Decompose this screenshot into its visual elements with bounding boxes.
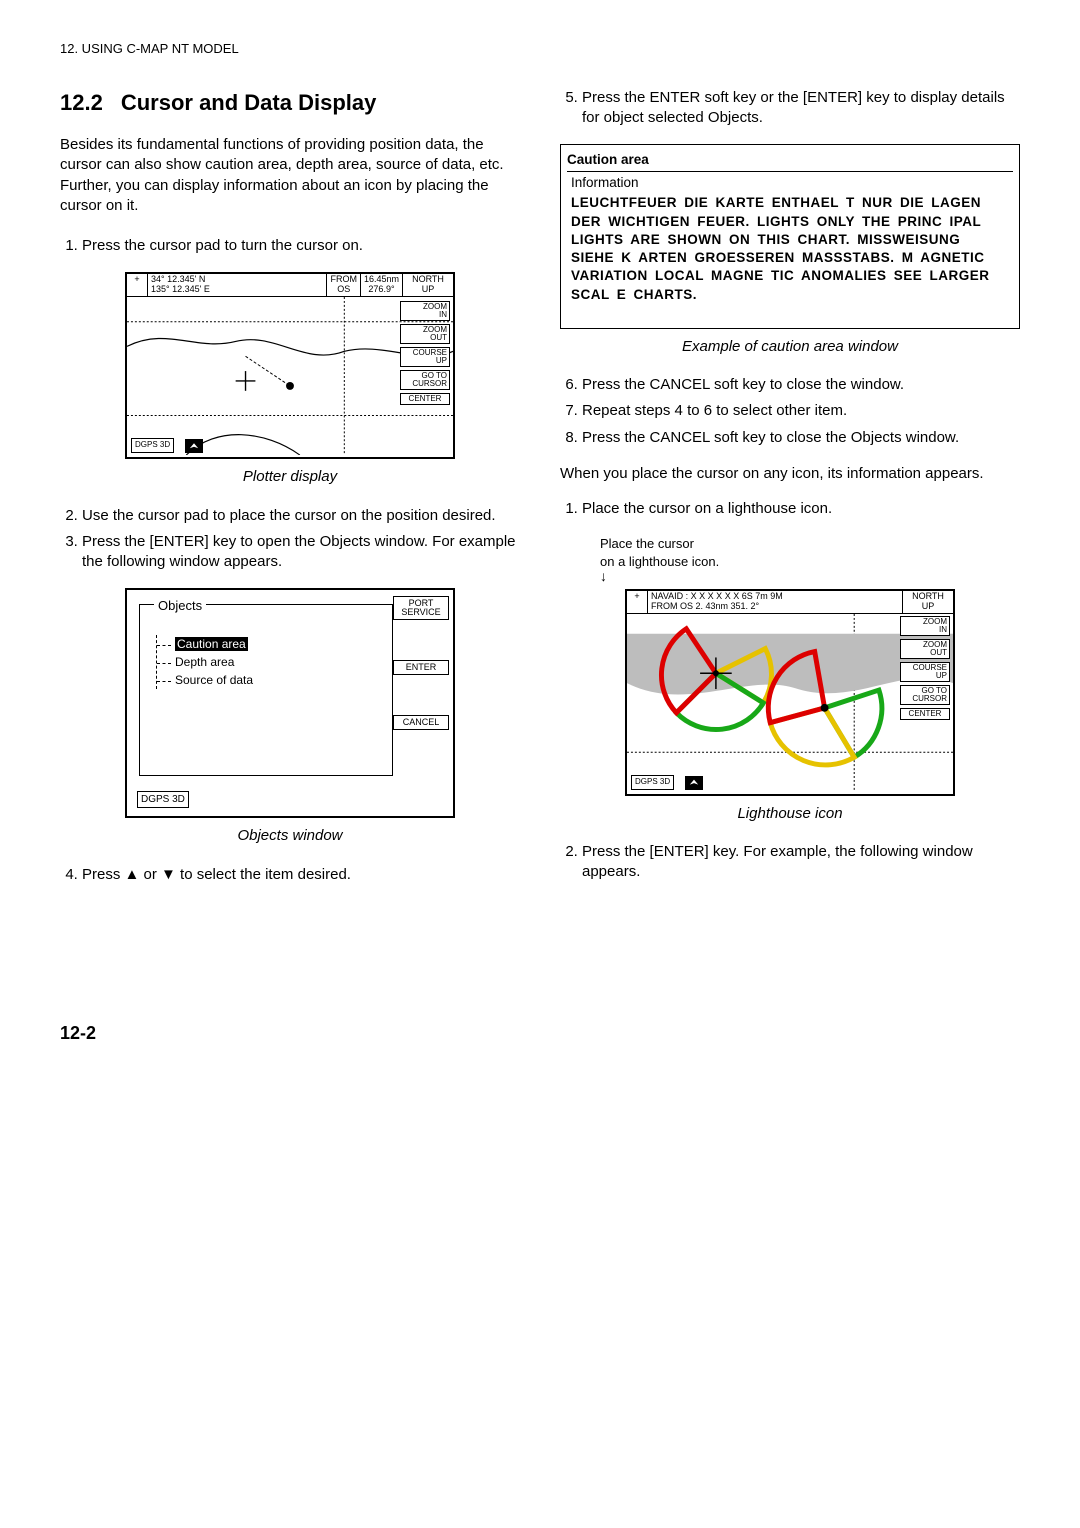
intro-paragraph: Besides its fundamental functions of pro…	[60, 135, 520, 216]
cursor-icon-paragraph: When you place the cursor on any icon, i…	[560, 464, 1020, 484]
lighthouse-hint: Place the cursor on a lighthouse icon.	[600, 535, 1020, 570]
objects-title: Objects	[154, 597, 206, 615]
from-label: FROM	[330, 274, 357, 284]
hint-line2: on a lighthouse icon.	[600, 554, 719, 569]
right-column: Press the ENTER soft key or the [ENTER] …	[560, 88, 1020, 901]
page-number: 12-2	[60, 1021, 1020, 1045]
right-steps-lh-1: Place the cursor on a lighthouse icon.	[560, 499, 1020, 519]
bearing-value: 276.9°	[368, 284, 394, 294]
objwin-softkeys: PORTSERVICE ENTER CANCEL	[393, 596, 449, 730]
zoom-out-softkey[interactable]: ZOOMOUT	[900, 639, 950, 659]
center-softkey[interactable]: CENTER	[900, 708, 950, 720]
boat-icon	[185, 439, 203, 453]
list-item: Press ▲ or ▼ to select the item desired.	[82, 865, 520, 885]
left-steps-1: Press the cursor pad to turn the cursor …	[60, 236, 520, 256]
goto-cursor-softkey[interactable]: GO TOCURSOR	[400, 370, 450, 390]
section-heading: 12.2 Cursor and Data Display	[60, 88, 520, 118]
softkey-column: ZOOMIN ZOOMOUT COURSEUP GO TOCURSOR CENT…	[400, 301, 450, 405]
list-item: Repeat steps 4 to 6 to select other item…	[582, 401, 1020, 421]
course-up-softkey[interactable]: COURSEUP	[900, 662, 950, 682]
objects-tree: Caution area Depth area Source of data	[154, 635, 253, 689]
list-item: Use the cursor pad to place the cursor o…	[82, 506, 520, 526]
from-os-line: FROM OS 2. 43nm 351. 2°	[651, 601, 759, 611]
dgps-badge: DGPS 3D	[137, 791, 189, 809]
os-label: OS	[337, 284, 350, 294]
port-service-softkey[interactable]: PORTSERVICE	[393, 596, 449, 620]
lon-value: 135° 12.345' E	[151, 284, 210, 294]
lighthouse-plotter-figure: + NAVAID : X X X X X X 6S 7m 9M FROM OS …	[625, 589, 955, 796]
left-column: 12.2 Cursor and Data Display Besides its …	[60, 88, 520, 901]
caution-area-window: Caution area Information LEUCHTFEUER DIE…	[560, 144, 1020, 329]
right-steps-6: Press the CANCEL soft key to close the w…	[560, 375, 1020, 448]
softkey-column: ZOOMIN ZOOMOUT COURSEUP GO TOCURSOR CENT…	[900, 616, 950, 720]
section-number: 12.2	[60, 88, 103, 118]
north-label: NORTH	[912, 591, 944, 601]
right-steps-lh-2: Press the [ENTER] key. For example, the …	[560, 842, 1020, 883]
course-up-softkey[interactable]: COURSEUP	[400, 347, 450, 367]
list-item: Press the [ENTER] key to open the Object…	[82, 532, 520, 573]
caution-body-text: LEUCHTFEUER DIE KARTE ENTHAEL T NUR DIE …	[571, 194, 1009, 303]
tree-item[interactable]: Source of data	[175, 673, 253, 687]
running-head: 12. USING C-MAP NT MODEL	[60, 40, 1020, 58]
tree-item-selected[interactable]: Caution area	[175, 637, 248, 651]
cursor-plus-icon: +	[627, 591, 648, 613]
left-steps-4: Press ▲ or ▼ to select the item desired.	[60, 865, 520, 885]
dgps-badge: DGPS 3D	[631, 775, 674, 790]
list-item: Press the CANCEL soft key to close the w…	[582, 375, 1020, 395]
objects-window-figure: Objects Caution area Depth area Source o…	[125, 588, 455, 818]
list-item: Press the [ENTER] key. For example, the …	[582, 842, 1020, 883]
plotter-caption: Plotter display	[60, 467, 520, 487]
goto-cursor-softkey[interactable]: GO TOCURSOR	[900, 685, 950, 705]
up-label: UP	[422, 284, 435, 294]
section-title-text: Cursor and Data Display	[121, 90, 377, 115]
caution-info-label: Information	[571, 174, 1009, 192]
cancel-softkey[interactable]: CANCEL	[393, 715, 449, 730]
lighthouse-caption: Lighthouse icon	[560, 804, 1020, 824]
center-softkey[interactable]: CENTER	[400, 393, 450, 405]
boat-icon	[685, 776, 703, 790]
navaid-line: NAVAID : X X X X X X 6S 7m 9M	[651, 591, 783, 601]
list-item: Press the CANCEL soft key to close the O…	[582, 428, 1020, 448]
down-arrow-icon: ↓	[600, 572, 1020, 580]
cursor-plus-icon: +	[127, 274, 148, 296]
caution-header: Caution area	[567, 151, 1013, 172]
enter-softkey[interactable]: ENTER	[393, 660, 449, 675]
plotter-display-figure: + 34° 12.345' N 135° 12.345' E FROM OS 1…	[125, 272, 455, 459]
zoom-in-softkey[interactable]: ZOOMIN	[900, 616, 950, 636]
range-value: 16.45nm	[364, 274, 399, 284]
tree-item[interactable]: Depth area	[175, 655, 234, 669]
hint-line1: Place the cursor	[600, 536, 694, 551]
caution-caption: Example of caution area window	[560, 337, 1020, 357]
list-item: Press the cursor pad to turn the cursor …	[82, 236, 520, 256]
zoom-in-softkey[interactable]: ZOOMIN	[400, 301, 450, 321]
left-steps-2: Use the cursor pad to place the cursor o…	[60, 506, 520, 573]
zoom-out-softkey[interactable]: ZOOMOUT	[400, 324, 450, 344]
objects-caption: Objects window	[60, 826, 520, 846]
list-item: Place the cursor on a lighthouse icon.	[582, 499, 1020, 519]
up-label: UP	[922, 601, 935, 611]
right-steps-5: Press the ENTER soft key or the [ENTER] …	[560, 88, 1020, 129]
north-label: NORTH	[412, 274, 444, 284]
lat-value: 34° 12.345' N	[151, 274, 205, 284]
dgps-badge: DGPS 3D	[131, 438, 174, 453]
list-item: Press the ENTER soft key or the [ENTER] …	[582, 88, 1020, 129]
